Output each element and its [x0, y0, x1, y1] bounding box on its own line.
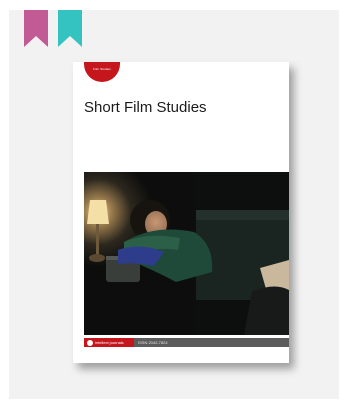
- journal-title: Short Film Studies: [84, 99, 207, 116]
- publisher-name: intellect journals: [95, 339, 124, 345]
- cover-footer-bar: intellect journals ISSN 2042-7824: [84, 338, 289, 347]
- intellect-logo-icon: [87, 339, 93, 346]
- issn-text: ISSN 2042-7824: [138, 339, 168, 345]
- cover-badge: Film Studies: [84, 62, 120, 82]
- bookmark-pink-icon[interactable]: [24, 10, 48, 47]
- cover-photo: [84, 172, 289, 335]
- bookmark-teal-icon[interactable]: [58, 10, 82, 47]
- journal-cover[interactable]: Film Studies Short Film Studies intellec…: [73, 62, 289, 363]
- publisher-band: intellect journals: [84, 338, 134, 347]
- journal-card[interactable]: Film Studies Short Film Studies intellec…: [9, 10, 339, 399]
- cover-badge-text: Film Studies: [93, 67, 111, 71]
